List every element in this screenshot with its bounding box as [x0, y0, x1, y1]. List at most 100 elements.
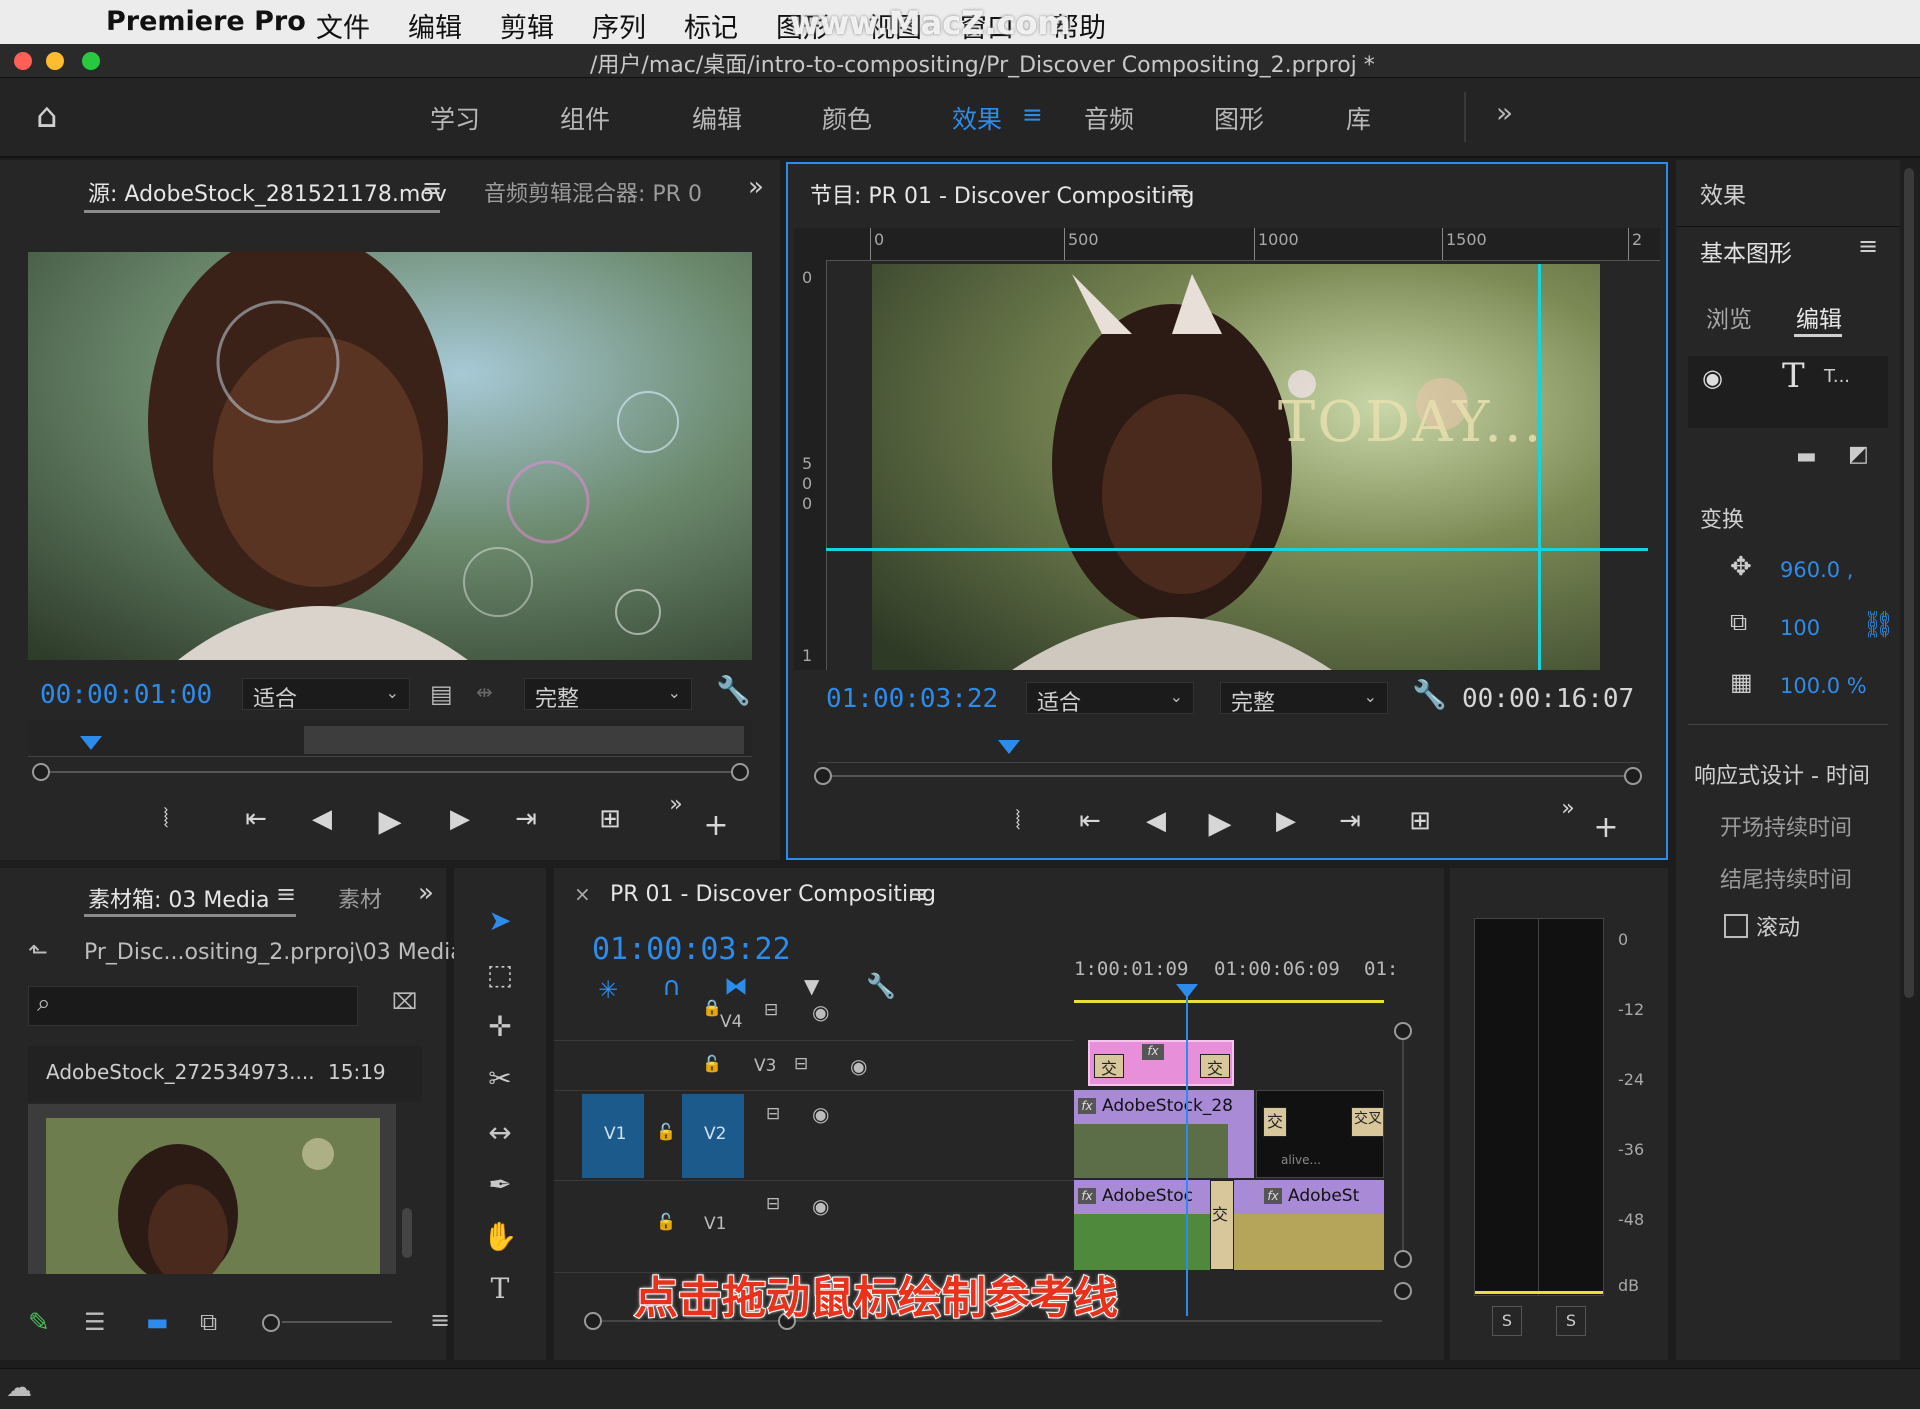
- menu-sequence[interactable]: 序列: [592, 6, 646, 45]
- tab-edit[interactable]: 编辑: [1796, 300, 1842, 334]
- bin-item-thumbnail[interactable]: [28, 1104, 396, 1274]
- timeline-playhead[interactable]: [1176, 984, 1198, 998]
- workspace-overflow-icon[interactable]: »: [1496, 96, 1513, 129]
- clip-v2-main[interactable]: fx AdobeStock_28: [1074, 1090, 1254, 1178]
- right-scrollbar-thumb[interactable]: [1904, 168, 1914, 998]
- essential-graphics-title[interactable]: 基本图形: [1700, 234, 1792, 268]
- sequence-tab[interactable]: PR 01 - Discover Compositing: [610, 882, 936, 907]
- bin-tab[interactable]: 素材箱: 03 Media: [88, 882, 269, 914]
- program-playhead[interactable]: [998, 740, 1020, 754]
- source-playhead[interactable]: [80, 736, 102, 750]
- menu-file[interactable]: 文件: [316, 6, 370, 45]
- right-scrollbar-track[interactable]: [1900, 160, 1920, 1360]
- scale-value[interactable]: 100: [1780, 616, 1820, 640]
- audio-mixer-tab[interactable]: 音频剪辑混合器: PR 0: [484, 176, 702, 208]
- folder-icon[interactable]: ▬: [1796, 444, 1817, 469]
- bin-menu-icon[interactable]: ≡: [430, 1306, 450, 1334]
- transition-marker[interactable]: 交叉: [1351, 1107, 1383, 1137]
- intro-duration-label[interactable]: 开场持续时间: [1720, 810, 1852, 842]
- source-quality-dropdown[interactable]: 完整 ⌄: [524, 678, 692, 712]
- step-back-button[interactable]: ◀︎: [1138, 806, 1174, 836]
- clip-v2-black[interactable]: 交 交叉 alive...: [1256, 1090, 1384, 1178]
- zoom-handle-right[interactable]: [1624, 767, 1642, 785]
- ripple-edit-tool-icon[interactable]: ✛: [478, 1010, 522, 1043]
- lock-icon[interactable]: 🔓: [656, 1122, 676, 1141]
- program-mini-ruler[interactable]: [818, 726, 1640, 763]
- bin-search-input[interactable]: ⌕: [28, 986, 358, 1026]
- eye-icon[interactable]: ◉: [812, 1000, 829, 1024]
- button-editor-more-icon[interactable]: »: [658, 792, 694, 817]
- add-marker-button[interactable]: ⦚: [1000, 806, 1036, 837]
- close-sequence-icon[interactable]: ×: [574, 882, 591, 906]
- lock-icon[interactable]: 🔒: [702, 998, 722, 1017]
- bin-tab-2[interactable]: 素材: [338, 882, 382, 914]
- panel-overflow-icon[interactable]: »: [418, 878, 434, 908]
- play-button[interactable]: ▶︎: [372, 804, 408, 839]
- solo-right-button[interactable]: S: [1556, 1306, 1586, 1336]
- transition-v1[interactable]: 交: [1210, 1180, 1234, 1270]
- menu-clip[interactable]: 剪辑: [500, 6, 554, 45]
- home-icon[interactable]: ⌂: [36, 96, 58, 136]
- list-view-icon[interactable]: ☰: [84, 1308, 106, 1336]
- work-area-bar[interactable]: [1074, 1000, 1384, 1003]
- button-editor-more-icon[interactable]: »: [1550, 796, 1586, 821]
- eye-icon[interactable]: ◉: [812, 1102, 829, 1126]
- razor-tool-icon[interactable]: ✂: [478, 1062, 522, 1095]
- program-timecode[interactable]: 01:00:03:22: [826, 684, 998, 714]
- sync-lock-icon[interactable]: ⊟: [764, 1000, 778, 1020]
- workspace-assembly[interactable]: 组件: [560, 100, 610, 136]
- source-fit-dropdown[interactable]: 适合 ⌄: [242, 678, 410, 712]
- linked-selection-icon[interactable]: ⧓: [724, 972, 748, 1000]
- timeline-menu-icon[interactable]: ≡: [908, 880, 928, 908]
- track-v3-label[interactable]: V3: [754, 1056, 776, 1076]
- find-icon[interactable]: ⌧: [392, 990, 417, 1015]
- zoom-handle-right[interactable]: [731, 763, 749, 781]
- bin-panel-menu-icon[interactable]: ≡: [276, 880, 296, 908]
- thumbnail-size-slider[interactable]: [282, 1321, 392, 1323]
- v-scroll-handle-bottom[interactable]: [1394, 1250, 1412, 1268]
- menu-marker[interactable]: 标记: [684, 6, 738, 45]
- source-tab[interactable]: 源: AdobeStock_281521178.mov: [88, 176, 447, 208]
- pen-tool-icon[interactable]: ✒: [478, 1168, 522, 1201]
- sync-lock-icon[interactable]: ⊟: [766, 1194, 780, 1214]
- transition-marker[interactable]: 交: [1094, 1054, 1124, 1078]
- freeform-view-icon[interactable]: ⧉: [200, 1308, 217, 1336]
- timeline-settings-icon[interactable]: 🔧: [866, 972, 896, 1000]
- sync-lock-icon[interactable]: ⊟: [766, 1104, 780, 1124]
- track-select-tool-icon[interactable]: ⬚: [478, 958, 522, 991]
- zoom-handle-left[interactable]: [32, 763, 50, 781]
- film-strip-icon[interactable]: ▤: [430, 680, 453, 708]
- workspace-menu-icon[interactable]: ≡: [1022, 100, 1043, 129]
- wrench-icon[interactable]: 🔧: [1412, 678, 1447, 711]
- eye-icon[interactable]: ◉: [812, 1194, 829, 1218]
- clip-v3-graphic[interactable]: 交 交 fx: [1088, 1040, 1234, 1086]
- add-marker-button[interactable]: ⦚: [148, 804, 184, 835]
- track-v4-label[interactable]: V4: [720, 1012, 742, 1032]
- clip-v1-a[interactable]: fx AdobeStoc: [1074, 1180, 1210, 1270]
- transition-marker[interactable]: 交: [1200, 1054, 1230, 1078]
- program-fit-dropdown[interactable]: 适合 ⌄: [1026, 682, 1194, 716]
- icon-view-icon[interactable]: ▬: [146, 1308, 169, 1336]
- step-forward-button[interactable]: ▶︎: [442, 804, 478, 834]
- workspace-libraries[interactable]: 库: [1346, 100, 1371, 136]
- drag-audio-icon[interactable]: ⇹: [476, 680, 493, 704]
- minimize-window-button[interactable]: [46, 52, 64, 70]
- position-value[interactable]: 960.0 ,: [1780, 558, 1853, 582]
- vertical-guide-line[interactable]: [1538, 264, 1541, 670]
- bin-scrollbar[interactable]: [402, 1208, 412, 1258]
- slip-tool-icon[interactable]: ↔: [478, 1116, 522, 1149]
- program-tab[interactable]: 节目: PR 01 - Discover Compositing: [810, 178, 1194, 210]
- opacity-value[interactable]: 100.0 %: [1780, 674, 1867, 698]
- lock-icon[interactable]: 🔓: [656, 1212, 676, 1231]
- play-button[interactable]: ▶︎: [1202, 806, 1238, 841]
- type-tool-icon[interactable]: T: [478, 1272, 522, 1305]
- zoom-handle-left[interactable]: [814, 767, 832, 785]
- transition-marker[interactable]: 交: [1263, 1107, 1287, 1137]
- source-panel-menu-icon[interactable]: ≡: [422, 174, 442, 202]
- link-icon[interactable]: ⛓: [1862, 610, 1895, 640]
- add-button-icon[interactable]: +: [698, 808, 734, 843]
- source-timecode[interactable]: 00:00:01:00: [40, 680, 212, 710]
- workspace-graphics[interactable]: 图形: [1214, 100, 1264, 136]
- h-scroll-handle-left[interactable]: [584, 1312, 602, 1330]
- workspace-color[interactable]: 颜色: [822, 100, 872, 136]
